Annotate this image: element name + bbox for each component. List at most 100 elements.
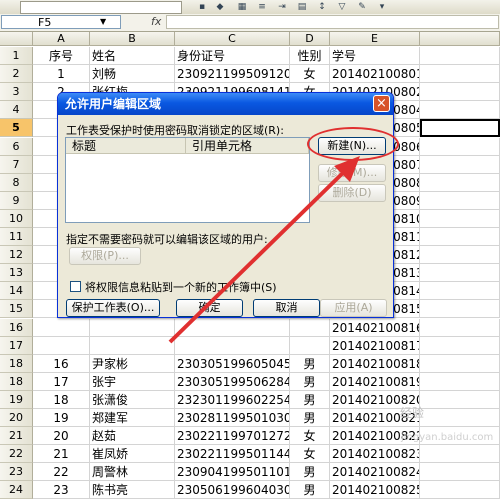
table-cell-seq[interactable]: 18 <box>33 390 90 409</box>
ranges-listbox[interactable]: 标题 引用单元格 <box>65 137 310 223</box>
table-cell-f[interactable] <box>420 481 500 499</box>
table-cell-f[interactable] <box>420 228 500 247</box>
more-icon[interactable]: ▾ <box>376 2 388 12</box>
table-cell-student_no[interactable]: 201402100801 <box>330 65 420 84</box>
table-cell-f[interactable] <box>420 264 500 283</box>
table-cell-seq[interactable]: 22 <box>33 463 90 482</box>
row-header[interactable]: 23 <box>0 463 33 482</box>
row-header[interactable]: 13 <box>0 264 33 283</box>
format-icon[interactable]: ▤ <box>296 2 308 12</box>
chevron-down-icon[interactable]: ▼ <box>100 17 106 26</box>
table-cell-f[interactable] <box>420 173 500 192</box>
table-cell-f[interactable] <box>420 463 500 482</box>
active-cell[interactable] <box>420 119 500 138</box>
formula-input[interactable] <box>166 15 499 29</box>
table-cell-f[interactable] <box>420 191 500 210</box>
borders-icon[interactable]: ▦ <box>236 2 248 12</box>
table-cell-id[interactable]: 230305199506284015 <box>175 372 290 391</box>
table-cell-gender[interactable]: 女 <box>290 427 330 446</box>
close-icon[interactable]: × <box>373 95 390 112</box>
table-cell-f[interactable] <box>420 409 500 428</box>
table-cell-f[interactable] <box>420 137 500 156</box>
table-cell-f[interactable] <box>420 155 500 174</box>
table-cell-gender[interactable] <box>290 318 330 337</box>
row-header[interactable]: 10 <box>0 209 33 228</box>
table-cell-f[interactable] <box>420 390 500 409</box>
table-cell-seq[interactable]: 19 <box>33 409 90 428</box>
column-header-e[interactable]: E <box>330 32 420 46</box>
filter-icon[interactable]: ▽ <box>336 2 348 12</box>
table-cell-name[interactable]: 崔凤娇 <box>90 445 175 464</box>
table-cell-student_no[interactable]: 学号 <box>330 47 420 66</box>
table-cell-student_no[interactable]: 201402100824 <box>330 463 420 482</box>
row-header[interactable]: 8 <box>0 173 33 192</box>
row-header[interactable]: 22 <box>0 445 33 464</box>
table-cell-student_no[interactable]: 201402100816 <box>330 318 420 337</box>
table-cell-name[interactable]: 尹家彬 <box>90 354 175 373</box>
cancel-button[interactable]: 取消 <box>253 299 320 317</box>
table-cell-f[interactable] <box>420 336 500 355</box>
table-cell-gender[interactable] <box>290 336 330 355</box>
row-header[interactable]: 1 <box>0 47 33 66</box>
row-header[interactable]: 3 <box>0 83 33 102</box>
table-cell-f[interactable] <box>420 282 500 301</box>
table-cell-student_no[interactable]: 201402100819 <box>330 372 420 391</box>
table-cell-seq[interactable]: 20 <box>33 427 90 446</box>
table-cell-gender[interactable]: 性别 <box>290 47 330 66</box>
permissions-button[interactable]: 权限(P)... <box>69 247 141 265</box>
table-cell-name[interactable]: 刘畅 <box>90 65 175 84</box>
table-cell-name[interactable]: 郑建军 <box>90 409 175 428</box>
table-cell-name[interactable]: 张宇 <box>90 372 175 391</box>
table-cell-f[interactable] <box>420 101 500 120</box>
tools-icon[interactable]: ✎ <box>356 2 368 12</box>
column-header-b[interactable]: B <box>90 32 175 46</box>
table-cell-student_no[interactable]: 201402100817 <box>330 336 420 355</box>
table-cell-id[interactable]: 230904199501101116 <box>175 463 290 482</box>
table-cell-id[interactable]: 232301199602254939 <box>175 390 290 409</box>
table-cell-id[interactable]: 230921199509120027 <box>175 65 290 84</box>
table-cell-name[interactable] <box>90 336 175 355</box>
function-icon[interactable]: fx <box>151 15 161 28</box>
table-cell-f[interactable] <box>420 372 500 391</box>
table-cell-seq[interactable]: 17 <box>33 372 90 391</box>
table-cell-name[interactable]: 张潇俊 <box>90 390 175 409</box>
sort-icon[interactable]: ↕ <box>316 2 328 12</box>
row-header[interactable]: 14 <box>0 282 33 301</box>
table-cell-seq[interactable]: 序号 <box>33 47 90 66</box>
table-cell-gender[interactable]: 男 <box>290 463 330 482</box>
table-cell-f[interactable] <box>420 65 500 84</box>
row-header[interactable]: 18 <box>0 372 33 391</box>
row-header[interactable]: 24 <box>0 481 33 499</box>
table-cell-id[interactable]: 身份证号 <box>175 47 290 66</box>
table-cell-f[interactable] <box>420 354 500 373</box>
table-cell-gender[interactable]: 女 <box>290 65 330 84</box>
table-cell-seq[interactable]: 23 <box>33 481 90 499</box>
table-cell-name[interactable]: 赵茹 <box>90 427 175 446</box>
row-header[interactable]: 2 <box>0 65 33 84</box>
table-cell-name[interactable]: 周警林 <box>90 463 175 482</box>
table-cell-id[interactable]: 230305199605045015 <box>175 354 290 373</box>
toolbar-dropdown[interactable] <box>20 1 182 14</box>
column-header-d[interactable]: D <box>290 32 330 46</box>
table-cell-id[interactable]: 230506199604030016 <box>175 481 290 499</box>
table-cell-f[interactable] <box>420 300 500 319</box>
row-header[interactable]: 15 <box>0 300 33 319</box>
table-cell-id[interactable]: 230221199701272225 <box>175 427 290 446</box>
table-cell-gender[interactable]: 男 <box>290 390 330 409</box>
table-cell-id[interactable]: 230281199501030914 <box>175 409 290 428</box>
column-header-a[interactable]: A <box>33 32 90 46</box>
table-cell-student_no[interactable]: 201402100825 <box>330 481 420 499</box>
table-cell-f[interactable] <box>420 209 500 228</box>
table-cell-id[interactable] <box>175 336 290 355</box>
table-cell-gender[interactable]: 男 <box>290 354 330 373</box>
row-header[interactable]: 20 <box>0 409 33 428</box>
table-cell-seq[interactable]: 21 <box>33 445 90 464</box>
column-header-title[interactable]: 标题 <box>66 138 186 154</box>
table-cell-f[interactable] <box>420 47 500 66</box>
row-header[interactable]: 6 <box>0 137 33 156</box>
row-header[interactable]: 11 <box>0 228 33 247</box>
row-header[interactable]: 9 <box>0 191 33 210</box>
align-icon[interactable]: ≡ <box>256 2 268 12</box>
table-cell-name[interactable]: 陈书亮 <box>90 481 175 499</box>
table-cell-f[interactable] <box>420 318 500 337</box>
